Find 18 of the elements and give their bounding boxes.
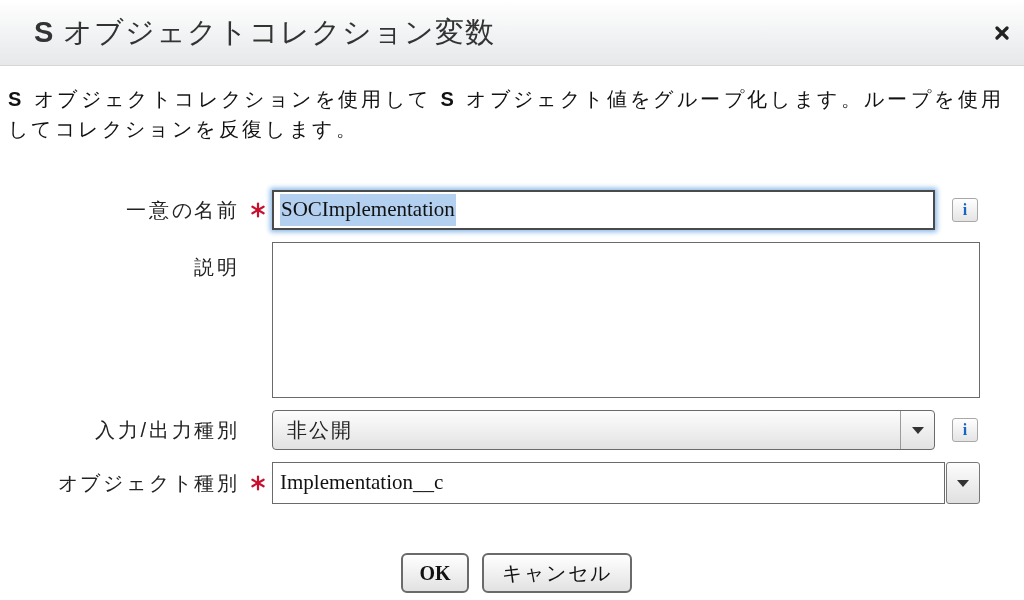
field-label: オブジェクト種別	[57, 471, 240, 496]
ok-button[interactable]: OK	[401, 553, 469, 593]
caret-icon	[911, 426, 924, 434]
dialog-title: S オブジェクトコレクション変数	[34, 14, 496, 50]
caret-icon	[957, 479, 969, 487]
cancel-button[interactable]: キャンセル	[482, 553, 632, 593]
info-button[interactable]: i	[952, 418, 978, 442]
object-type-input-field[interactable]: Implementation__c	[272, 462, 945, 504]
description-text: S オブジェクトコレクションを使用して S オブジェクト値をグループ化します。ループを使用してコレクションを反復します。	[8, 87, 1006, 142]
dropdown-button[interactable]	[946, 462, 980, 504]
field-label: 一意の名前	[126, 198, 240, 223]
field-label: 説明	[194, 255, 240, 280]
select-dropdown[interactable]: 非公開	[272, 410, 935, 450]
field-label: 入力/出力種別	[94, 418, 240, 443]
close-icon	[995, 25, 1009, 40]
name-input-field[interactable]: SOCImplementation	[272, 190, 935, 230]
info-button[interactable]: i	[952, 198, 978, 222]
close-button[interactable]	[994, 24, 1010, 41]
